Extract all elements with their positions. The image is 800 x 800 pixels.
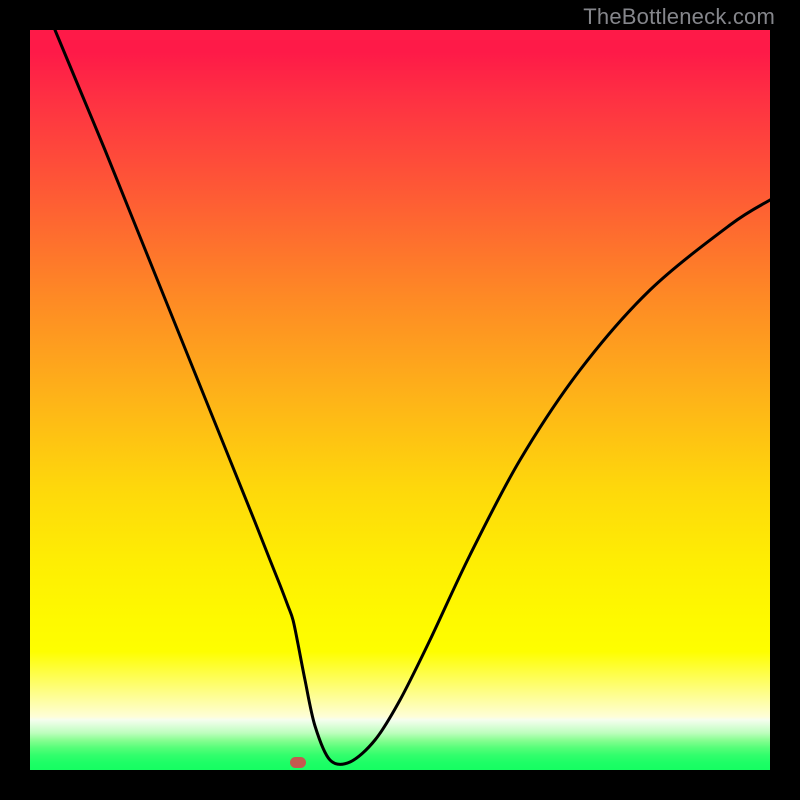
minimum-marker	[290, 757, 306, 768]
chart-frame: TheBottleneck.com	[0, 0, 800, 800]
plot-area	[30, 30, 770, 770]
watermark-text: TheBottleneck.com	[583, 4, 775, 30]
curve-svg	[30, 30, 770, 770]
bottleneck-curve	[55, 30, 770, 764]
